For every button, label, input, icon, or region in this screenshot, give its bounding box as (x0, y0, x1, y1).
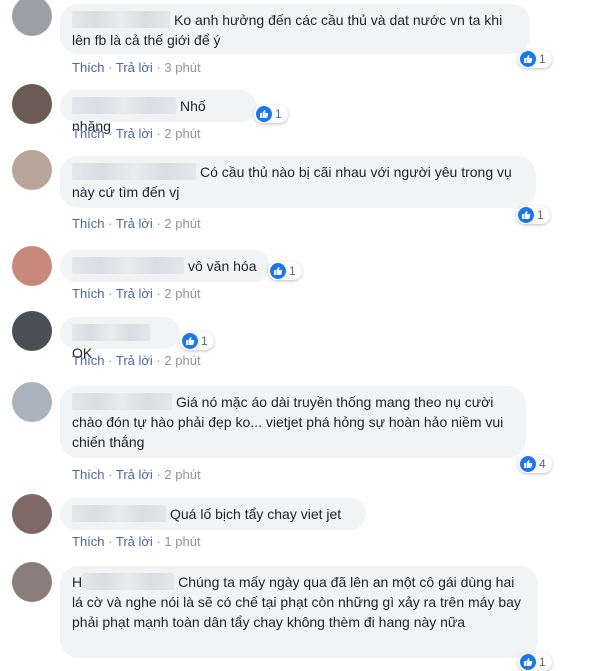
thumbs-up-icon (518, 207, 534, 223)
timestamp[interactable]: 2 phút (164, 353, 200, 368)
redacted-name[interactable] (72, 257, 184, 274)
reply-link[interactable]: Trả lời (116, 126, 153, 141)
separator: · (156, 353, 161, 368)
like-reaction-count[interactable]: 1 (518, 653, 552, 671)
separator: · (156, 467, 161, 482)
comment-bubble: vô văn hóa (60, 250, 270, 282)
like-link[interactable]: Thích (72, 126, 105, 141)
like-reaction-count[interactable]: 1 (516, 206, 550, 224)
timestamp[interactable]: 2 phút (164, 126, 200, 141)
redacted-name[interactable] (72, 505, 166, 522)
separator: · (156, 216, 161, 231)
like-link[interactable]: Thích (72, 60, 105, 75)
comment-bubble: Ko anh hưởng đến các cầu thủ và dat nước… (60, 4, 530, 54)
comment-actions: Thích · Trả lời · 2 phút (72, 126, 201, 142)
separator: · (108, 286, 113, 301)
avatar[interactable] (12, 150, 52, 190)
separator: · (108, 126, 113, 141)
separator: · (108, 467, 113, 482)
like-link[interactable]: Thích (72, 216, 105, 231)
like-link[interactable]: Thích (72, 286, 105, 301)
like-reaction-count[interactable]: 1 (268, 262, 302, 280)
comment-actions: Thích · Trả lời · 2 phút (72, 286, 201, 302)
comment-actions: Thích · Trả lời · 2 phút (72, 353, 201, 369)
separator: · (108, 60, 113, 75)
comment-actions: Thích · Trả lời · 3 phút (72, 60, 201, 76)
separator: · (108, 216, 113, 231)
comment-bubble: OK (60, 317, 180, 361)
reply-link[interactable]: Trả lời (116, 467, 153, 482)
redacted-name[interactable] (72, 163, 196, 180)
comment-text: vô văn hóa (188, 258, 257, 274)
like-reaction-count[interactable]: 1 (180, 332, 214, 350)
separator: · (156, 534, 161, 549)
comment-actions: Thích · Trả lời · 2 phút (72, 467, 201, 483)
thumbs-up-icon (520, 456, 536, 472)
avatar[interactable] (12, 494, 52, 534)
reply-link[interactable]: Trả lời (116, 216, 153, 231)
separator: · (156, 286, 161, 301)
like-count: 1 (201, 334, 208, 348)
timestamp[interactable]: 1 phút (164, 534, 200, 549)
like-count: 1 (539, 655, 546, 669)
thumbs-up-icon (270, 263, 286, 279)
avatar[interactable] (12, 311, 52, 351)
like-count: 4 (539, 457, 546, 471)
comment-bubble: H Chúng ta mấy ngày qua đã lên an một cô … (60, 566, 538, 658)
reply-link[interactable]: Trả lời (116, 286, 153, 301)
reply-link[interactable]: Trả lời (116, 353, 153, 368)
timestamp[interactable]: 2 phút (164, 467, 200, 482)
like-link[interactable]: Thích (72, 353, 105, 368)
redacted-name[interactable] (72, 11, 170, 28)
avatar[interactable] (12, 84, 52, 124)
reply-link[interactable]: Trả lời (116, 534, 153, 549)
avatar[interactable] (12, 0, 52, 36)
like-count: 1 (289, 264, 296, 278)
like-reaction-count[interactable]: 4 (518, 455, 552, 473)
thumbs-up-icon (520, 51, 536, 67)
commenter-initial[interactable]: H (72, 574, 82, 590)
like-count: 1 (537, 208, 544, 222)
comment-bubble: Có cầu thủ nào bị cãi nhau với người yêu… (60, 156, 536, 208)
timestamp[interactable]: 3 phút (164, 60, 200, 75)
redacted-name[interactable] (82, 573, 175, 590)
redacted-name[interactable] (72, 97, 176, 114)
like-reaction-count[interactable]: 1 (518, 50, 552, 68)
avatar[interactable] (12, 382, 52, 422)
comment-text: Quá lố bịch tẩy chay viet jet (170, 506, 342, 522)
thumbs-up-icon (520, 654, 536, 670)
like-link[interactable]: Thích (72, 467, 105, 482)
comment-bubble: Nhố nhăng (60, 90, 256, 134)
comment-actions: Thích · Trả lời · 2 phút (72, 216, 201, 232)
comment-actions: Thích · Trả lời · 1 phút (72, 534, 201, 550)
separator: · (156, 126, 161, 141)
separator: · (108, 534, 113, 549)
separator: · (156, 60, 161, 75)
like-reaction-count[interactable]: 1 (254, 105, 288, 123)
thumbs-up-icon (256, 106, 272, 122)
like-count: 1 (275, 107, 282, 121)
comment-bubble: Quá lố bịch tẩy chay viet jet (60, 498, 366, 530)
timestamp[interactable]: 2 phút (164, 286, 200, 301)
reply-link[interactable]: Trả lời (116, 60, 153, 75)
redacted-name[interactable] (72, 324, 150, 341)
comment-bubble: Giá nó mặc áo dài truyền thống mang theo… (60, 386, 526, 458)
timestamp[interactable]: 2 phút (164, 216, 200, 231)
like-link[interactable]: Thích (72, 534, 105, 549)
separator: · (108, 353, 113, 368)
redacted-name[interactable] (72, 393, 172, 410)
thumbs-up-icon (182, 333, 198, 349)
avatar[interactable] (12, 562, 52, 602)
like-count: 1 (539, 52, 546, 66)
avatar[interactable] (12, 246, 52, 286)
